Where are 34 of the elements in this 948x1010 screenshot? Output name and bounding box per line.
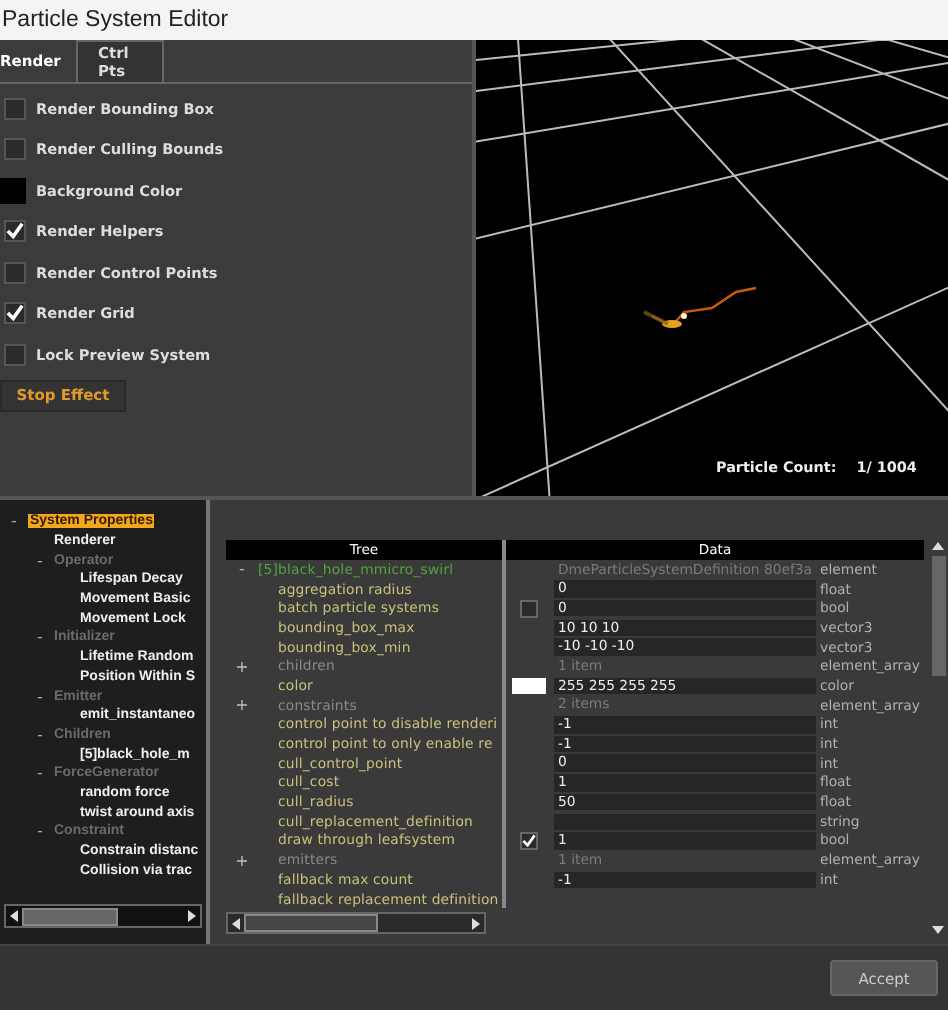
arrow-right-icon[interactable] bbox=[470, 917, 482, 930]
arrow-up-icon[interactable] bbox=[932, 540, 944, 552]
collapse-toggle[interactable]: - bbox=[37, 822, 43, 841]
check-icon bbox=[6, 222, 24, 241]
arrow-left-icon[interactable] bbox=[8, 910, 20, 922]
arrow-down-icon[interactable] bbox=[932, 924, 944, 936]
color-swatch[interactable] bbox=[0, 177, 26, 204]
color-swatch[interactable] bbox=[511, 677, 545, 694]
checkbox[interactable] bbox=[4, 261, 26, 284]
checkbox[interactable] bbox=[4, 138, 26, 161]
check-icon bbox=[521, 833, 535, 848]
collapse-toggle[interactable]: - bbox=[11, 512, 17, 531]
expand-toggle[interactable]: + bbox=[235, 851, 249, 870]
checkbox[interactable] bbox=[4, 97, 26, 120]
check-icon bbox=[6, 304, 24, 323]
expand-toggle[interactable]: - bbox=[239, 560, 245, 579]
window-title: Particle System Editor bbox=[2, 8, 229, 32]
checkbox[interactable] bbox=[4, 220, 26, 243]
checkbox[interactable] bbox=[519, 831, 537, 850]
checkbox[interactable] bbox=[519, 599, 537, 618]
horizontal-scrollbar[interactable] bbox=[4, 904, 202, 928]
expand-toggle[interactable]: + bbox=[235, 657, 249, 676]
collapse-toggle[interactable]: - bbox=[37, 687, 43, 706]
arrow-right-icon[interactable] bbox=[186, 910, 198, 922]
collapse-toggle[interactable]: - bbox=[37, 764, 43, 783]
checkbox[interactable] bbox=[4, 343, 26, 366]
collapse-toggle[interactable]: - bbox=[37, 628, 43, 647]
collapse-toggle[interactable]: - bbox=[37, 725, 43, 744]
expand-toggle[interactable]: + bbox=[235, 696, 249, 715]
collapse-toggle[interactable]: - bbox=[37, 551, 43, 570]
arrow-left-icon[interactable] bbox=[230, 917, 242, 930]
checkbox[interactable] bbox=[4, 302, 26, 325]
vertical-scrollbar[interactable] bbox=[928, 540, 948, 936]
horizontal-scrollbar[interactable] bbox=[226, 912, 486, 935]
